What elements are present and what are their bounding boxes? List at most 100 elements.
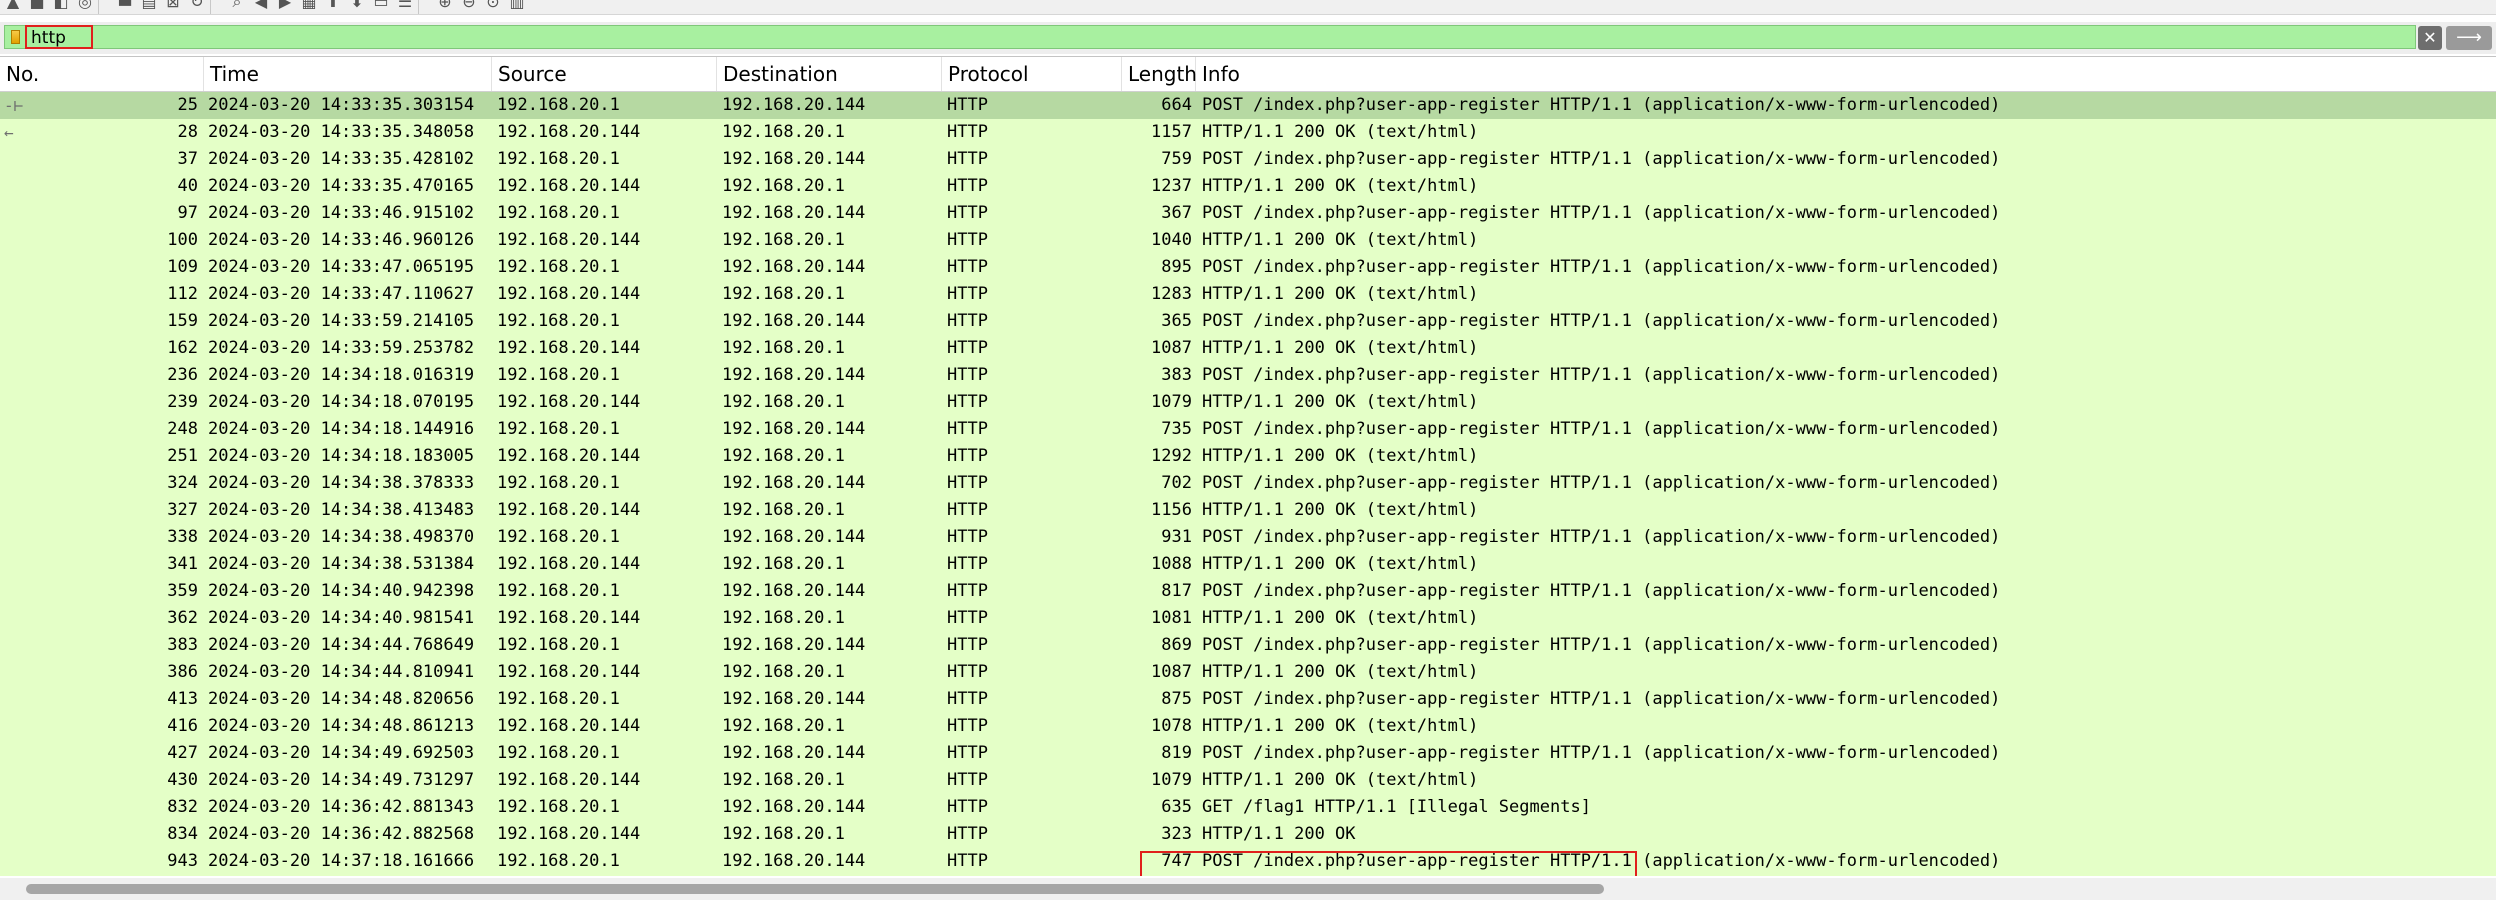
- packet-length: 1078: [1151, 716, 1192, 736]
- packet-protocol: HTTP: [947, 743, 988, 763]
- packet-source: 192.168.20.1: [497, 95, 620, 115]
- packet-row[interactable]: 37 2024-03-20 14:33:35.428102 192.168.20.1…: [0, 146, 2496, 173]
- packet-source: 192.168.20.1: [497, 797, 620, 817]
- packet-info: HTTP/1.1 200 OK (text/html): [1202, 770, 1479, 790]
- packet-row[interactable]: 362 2024-03-20 14:34:40.981541 192.168.20.…: [0, 605, 2496, 632]
- packet-row[interactable]: 40 2024-03-20 14:33:35.470165 192.168.20.1…: [0, 173, 2496, 200]
- packet-list[interactable]: No. Time Source Destination Protocol Len…: [0, 56, 2496, 876]
- packet-row[interactable]: 427 2024-03-20 14:34:49.692503 192.168.20.…: [0, 740, 2496, 767]
- packet-row[interactable]: 383 2024-03-20 14:34:44.768649 192.168.20.…: [0, 632, 2496, 659]
- packet-time: 2024-03-20 14:34:38.378333: [208, 473, 475, 493]
- packet-time: 2024-03-20 14:33:59.253782: [208, 338, 475, 358]
- find-icon[interactable]: ⌕: [226, 0, 248, 12]
- packet-row[interactable]: 97 2024-03-20 14:33:46.915102 192.168.20.1…: [0, 200, 2496, 227]
- packet-length: 931: [1161, 527, 1192, 547]
- packet-source: 192.168.20.1: [497, 365, 620, 385]
- packet-row[interactable]: 430 2024-03-20 14:34:49.731297 192.168.20.…: [0, 767, 2496, 794]
- resize-columns-icon[interactable]: ▥: [506, 0, 528, 12]
- packet-row[interactable]: 100 2024-03-20 14:33:46.960126 192.168.20.…: [0, 227, 2496, 254]
- filter-text[interactable]: http: [31, 28, 66, 48]
- packet-row[interactable]: 251 2024-03-20 14:34:18.183005 192.168.20.…: [0, 443, 2496, 470]
- packet-no: 40: [177, 176, 198, 196]
- packet-time: 2024-03-20 14:34:18.070195: [208, 392, 475, 412]
- column-header-time[interactable]: Time: [204, 57, 492, 91]
- go-forward-icon[interactable]: ▶: [274, 0, 296, 12]
- packet-length: 895: [1161, 257, 1192, 277]
- go-back-icon[interactable]: ◀: [250, 0, 272, 12]
- packet-time: 2024-03-20 14:33:35.470165: [208, 176, 475, 196]
- apply-filter-button[interactable]: ⟶: [2446, 26, 2492, 50]
- filter-bookmark-icon[interactable]: [11, 30, 20, 44]
- packet-info: POST /index.php?user-app-register HTTP/1…: [1202, 419, 2001, 439]
- packet-time: 2024-03-20 14:34:44.810941: [208, 662, 475, 682]
- colorize-icon[interactable]: ☰: [394, 0, 416, 12]
- packet-protocol: HTTP: [947, 284, 988, 304]
- packet-no: 37: [177, 149, 198, 169]
- packet-info: HTTP/1.1 200 OK (text/html): [1202, 284, 1479, 304]
- save-icon[interactable]: ▤: [138, 0, 160, 12]
- packet-destination: 192.168.20.144: [722, 851, 866, 871]
- column-header-destination[interactable]: Destination: [717, 57, 942, 91]
- packet-time: 2024-03-20 14:34:40.942398: [208, 581, 475, 601]
- packet-row[interactable]: 834 2024-03-20 14:36:42.882568 192.168.20.…: [0, 821, 2496, 848]
- column-header-protocol[interactable]: Protocol: [942, 57, 1122, 91]
- scrollbar-thumb[interactable]: [26, 884, 1604, 894]
- packet-destination: 192.168.20.144: [722, 203, 866, 223]
- go-to-packet-icon[interactable]: ▦: [298, 0, 320, 12]
- packet-row[interactable]: 159 2024-03-20 14:33:59.214105 192.168.20.…: [0, 308, 2496, 335]
- packet-row[interactable]: 109 2024-03-20 14:33:47.065195 192.168.20.…: [0, 254, 2496, 281]
- options-icon[interactable]: ◎: [74, 0, 96, 12]
- autoscroll-icon[interactable]: ▭: [370, 0, 392, 12]
- packet-row[interactable]: 162 2024-03-20 14:33:59.253782 192.168.20.…: [0, 335, 2496, 362]
- last-packet-icon[interactable]: ⬇: [346, 0, 368, 12]
- packet-row[interactable]: ← 28 2024-03-20 14:33:35.348058 192.168.20.…: [0, 119, 2496, 146]
- zoom-out-icon[interactable]: ⊖: [458, 0, 480, 12]
- packet-row[interactable]: 236 2024-03-20 14:34:18.016319 192.168.20.…: [0, 362, 2496, 389]
- packet-length: 1087: [1151, 662, 1192, 682]
- open-folder-icon[interactable]: ▬: [114, 0, 136, 12]
- packet-row[interactable]: 338 2024-03-20 14:34:38.498370 192.168.20.…: [0, 524, 2496, 551]
- packet-no: 338: [167, 527, 198, 547]
- packet-row[interactable]: 324 2024-03-20 14:34:38.378333 192.168.20.…: [0, 470, 2496, 497]
- packet-protocol: HTTP: [947, 392, 988, 412]
- first-packet-icon[interactable]: ⬆: [322, 0, 344, 12]
- packet-length: 735: [1161, 419, 1192, 439]
- packet-protocol: HTTP: [947, 311, 988, 331]
- packet-source: 192.168.20.144: [497, 392, 641, 412]
- restart-icon[interactable]: ◧: [50, 0, 72, 12]
- packet-row[interactable]: 832 2024-03-20 14:36:42.881343 192.168.20.…: [0, 794, 2496, 821]
- normal-size-icon[interactable]: ⊙: [482, 0, 504, 12]
- packet-length: 664: [1161, 95, 1192, 115]
- horizontal-scrollbar[interactable]: [0, 878, 2496, 900]
- packet-row[interactable]: 341 2024-03-20 14:34:38.531384 192.168.20.…: [0, 551, 2496, 578]
- packet-row[interactable]: -⊢ 25 2024-03-20 14:33:35.303154 192.168.20…: [0, 92, 2496, 119]
- column-header-length[interactable]: Length: [1122, 57, 1197, 91]
- packet-row[interactable]: 416 2024-03-20 14:34:48.861213 192.168.20.…: [0, 713, 2496, 740]
- display-filter-input[interactable]: http: [4, 25, 2416, 49]
- packet-no: 25: [177, 95, 198, 115]
- packet-no: 162: [167, 338, 198, 358]
- packet-row[interactable]: 239 2024-03-20 14:34:18.070195 192.168.20.…: [0, 389, 2496, 416]
- packet-row[interactable]: 248 2024-03-20 14:34:18.144916 192.168.20.…: [0, 416, 2496, 443]
- shark-fin-icon[interactable]: ▲: [2, 0, 24, 12]
- close-file-icon[interactable]: ⊠: [162, 0, 184, 12]
- clear-filter-button[interactable]: ✕: [2418, 26, 2442, 50]
- packet-time: 2024-03-20 14:34:18.183005: [208, 446, 475, 466]
- packet-row[interactable]: 327 2024-03-20 14:34:38.413483 192.168.20.…: [0, 497, 2496, 524]
- packet-row[interactable]: 359 2024-03-20 14:34:40.942398 192.168.20.…: [0, 578, 2496, 605]
- packet-row[interactable]: 386 2024-03-20 14:34:44.810941 192.168.20.…: [0, 659, 2496, 686]
- packet-row[interactable]: 413 2024-03-20 14:34:48.820656 192.168.20.…: [0, 686, 2496, 713]
- column-header-info[interactable]: Info: [1196, 57, 2496, 91]
- packet-row[interactable]: 112 2024-03-20 14:33:47.110627 192.168.20.…: [0, 281, 2496, 308]
- packet-protocol: HTTP: [947, 95, 988, 115]
- column-header-source[interactable]: Source: [492, 57, 717, 91]
- packet-protocol: HTTP: [947, 500, 988, 520]
- reload-icon[interactable]: ↻: [186, 0, 208, 12]
- zoom-in-icon[interactable]: ⊕: [434, 0, 456, 12]
- packet-source: 192.168.20.144: [497, 500, 641, 520]
- column-header-no[interactable]: No.: [0, 57, 204, 91]
- packet-no: 100: [167, 230, 198, 250]
- packet-time: 2024-03-20 14:33:47.065195: [208, 257, 475, 277]
- stop-icon[interactable]: ■: [26, 0, 48, 12]
- packet-time: 2024-03-20 14:34:49.692503: [208, 743, 475, 763]
